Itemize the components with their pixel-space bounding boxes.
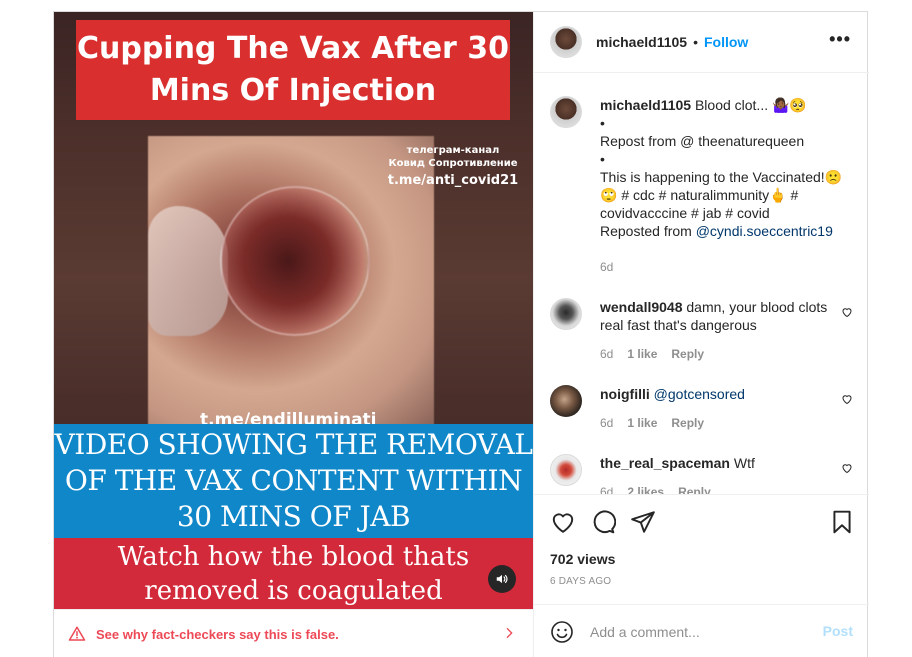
red-line-2: removed is coagulated: [144, 575, 443, 606]
comment-time[interactable]: 6d: [600, 345, 613, 363]
post-card: Cupping The Vax After 30 Mins Of Injecti…: [53, 11, 869, 657]
video-hand: [148, 206, 228, 336]
video-red-banner: Watch how the blood thats removed is coa…: [54, 538, 533, 609]
add-comment-bar: Post: [534, 604, 869, 657]
video-top-banner: Cupping The Vax After 30 Mins Of Injecti…: [76, 20, 510, 120]
fact-check-text: See why fact-checkers say this is false.: [96, 626, 339, 642]
reposted-prefix: Reposted from: [600, 223, 696, 239]
views-count[interactable]: 702 views: [550, 551, 615, 567]
video-cup: [220, 186, 370, 336]
reply-button[interactable]: Reply: [671, 345, 704, 363]
comment-body: the_real_spaceman Wtf 6d 2 likes Reply: [600, 454, 830, 494]
more-options-icon[interactable]: •••: [829, 30, 851, 48]
video-top-line-1: Cupping The Vax After 30: [76, 31, 510, 66]
comment-item: wendall9048 damn, your blood clots real …: [550, 298, 853, 363]
follow-button[interactable]: Follow: [704, 34, 748, 50]
author-username[interactable]: michaeld1105: [596, 34, 687, 50]
action-icons: [550, 509, 656, 535]
caption-line-0: Blood clot... 🤷🏾‍♀️🥺: [694, 97, 807, 113]
comment-meta: 6d 1 like Reply: [600, 345, 830, 363]
video-channel-text: телеграм-канал Ковид Сопротивление t.me/…: [374, 144, 532, 192]
audio-toggle-button[interactable]: [488, 565, 516, 593]
channel-url: t.me/anti_covid21: [387, 173, 519, 188]
caption-line-1: •: [600, 115, 605, 131]
caption-line-3: •: [600, 151, 605, 167]
bookmark-icon: [833, 510, 851, 534]
comment-body: noigfilli @gotcensored 6d 1 like Reply: [600, 385, 830, 432]
comment-item: noigfilli @gotcensored 6d 1 like Reply: [550, 385, 853, 432]
heart-icon[interactable]: [841, 306, 853, 318]
author-avatar[interactable]: [550, 26, 582, 58]
post-header: michaeld1105 • Follow •••: [534, 12, 869, 73]
like-button[interactable]: [550, 509, 576, 535]
blue-line-3: 30 MINS OF JAB: [176, 500, 411, 533]
video-top-line-2: Mins Of Injection: [149, 73, 437, 108]
comment-mention-link[interactable]: @gotcensored: [654, 386, 745, 402]
post-actions: 702 views 6 DAYS AGO: [534, 494, 869, 604]
heart-icon[interactable]: [841, 393, 853, 405]
comment-time[interactable]: 6d: [600, 414, 613, 432]
comment-likes[interactable]: 2 likes: [627, 483, 664, 494]
post-timestamp[interactable]: 6 DAYS AGO: [550, 576, 611, 587]
red-line-1: Watch how the blood thats: [117, 541, 470, 572]
blue-line-2: OF THE VAX CONTENT WITHIN: [64, 464, 523, 497]
post-video[interactable]: Cupping The Vax After 30 Mins Of Injecti…: [54, 12, 533, 609]
comment-username[interactable]: the_real_spaceman: [600, 455, 730, 471]
comments-list[interactable]: michaeld1105 Blood clot... 🤷🏾‍♀️🥺 • Repo…: [534, 74, 869, 494]
header-separator: •: [693, 34, 698, 50]
comment-bubble-icon: [593, 510, 617, 534]
post-side-panel: michaeld1105 • Follow ••• michaeld1105 B…: [533, 12, 869, 657]
heart-icon: [552, 513, 574, 533]
comment-text: Wtf: [733, 455, 755, 471]
comment-username[interactable]: noigfilli: [600, 386, 650, 402]
caption-meta: 6d: [600, 258, 853, 276]
emoji-icon[interactable]: [550, 620, 574, 644]
comment-likes[interactable]: 1 like: [627, 345, 657, 363]
commenter-avatar[interactable]: [550, 298, 582, 330]
caption-body: michaeld1105 Blood clot... 🤷🏾‍♀️🥺 • Repo…: [600, 96, 853, 276]
share-button[interactable]: [630, 509, 656, 535]
chevron-right-icon: [506, 627, 513, 639]
commenter-avatar[interactable]: [550, 454, 582, 486]
reposted-mention-link[interactable]: @cyndi.soeccentric19: [696, 223, 833, 239]
comment-item: the_real_spaceman Wtf 6d 2 likes Reply: [550, 454, 853, 494]
paper-plane-icon: [631, 511, 655, 533]
caption-avatar[interactable]: [550, 96, 582, 128]
caption-username[interactable]: michaeld1105: [600, 97, 691, 113]
fact-check-link[interactable]: See why fact-checkers say this is false.: [54, 609, 533, 657]
comment-body: wendall9048 damn, your blood clots real …: [600, 298, 830, 363]
save-button[interactable]: [829, 509, 855, 535]
caption-line-5: 🙄 # cdc # naturalimmunity🖕 #: [600, 187, 799, 203]
reply-button[interactable]: Reply: [678, 483, 711, 494]
post-comment-button[interactable]: Post: [823, 623, 853, 639]
comment-button[interactable]: [590, 509, 617, 535]
video-blue-banner: VIDEO SHOWING THE REMOVAL OF THE VAX CON…: [54, 424, 533, 538]
channel-line-1: телеграм-канал: [406, 145, 500, 156]
channel-line-2: Ковид Сопротивление: [388, 158, 518, 169]
commenter-avatar[interactable]: [550, 385, 582, 417]
warning-icon: [68, 626, 86, 641]
blue-line-1: VIDEO SHOWING THE REMOVAL: [54, 428, 533, 461]
comment-username[interactable]: wendall9048: [600, 299, 683, 315]
caption-line-2: Repost from @ theenaturequeen: [600, 133, 805, 149]
comment-likes[interactable]: 1 like: [627, 414, 657, 432]
caption-time[interactable]: 6d: [600, 258, 613, 276]
caption-line-4: This is happening to the Vaccinated!🙁: [600, 169, 843, 185]
comment-meta: 6d 2 likes Reply: [600, 483, 830, 494]
reply-button[interactable]: Reply: [671, 414, 704, 432]
speaker-icon: [496, 574, 508, 584]
comment-meta: 6d 1 like Reply: [600, 414, 830, 432]
comment-input[interactable]: [590, 623, 810, 640]
caption-line-6: covidvacccine # jab # covid: [600, 205, 770, 221]
caption: michaeld1105 Blood clot... 🤷🏾‍♀️🥺 • Repo…: [550, 96, 853, 276]
comment-time[interactable]: 6d: [600, 483, 613, 494]
heart-icon[interactable]: [841, 462, 853, 474]
